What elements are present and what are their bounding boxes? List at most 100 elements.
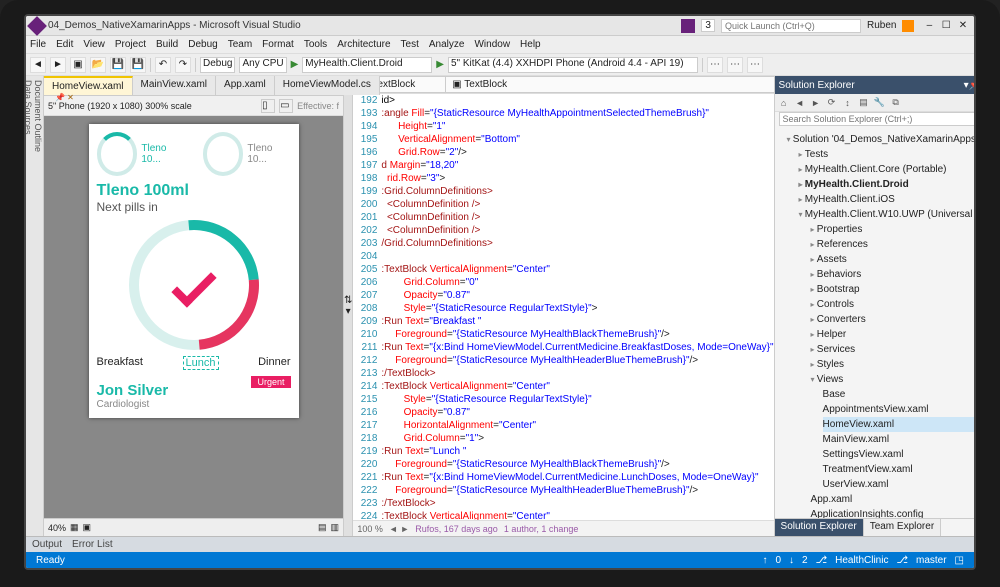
repo-icon[interactable]: ⎇: [816, 555, 828, 566]
sol-search-input[interactable]: [779, 112, 976, 126]
data-sources-tab[interactable]: Data Sources: [24, 80, 33, 530]
zoom-label[interactable]: 40%: [48, 523, 66, 533]
menu-window[interactable]: Window: [474, 39, 510, 50]
folder-node[interactable]: Helper: [811, 327, 976, 342]
folder-node[interactable]: Styles: [811, 357, 976, 372]
tab-sol-explorer[interactable]: Solution Explorer: [775, 519, 864, 536]
play-icon-2[interactable]: ▶: [436, 59, 444, 70]
save-all-button[interactable]: 💾: [130, 57, 146, 73]
folder-node[interactable]: Assets: [811, 252, 976, 267]
branch-icon[interactable]: ⎇: [896, 555, 908, 566]
document-outline-tab[interactable]: Document Outline: [33, 80, 43, 530]
menu-debug[interactable]: Debug: [188, 39, 217, 50]
doc-tab[interactable]: HomeViewModel.cs: [275, 76, 380, 95]
startup-combo[interactable]: MyHealth.Client.Droid: [302, 57, 432, 73]
redo-button[interactable]: ↷: [175, 57, 191, 73]
maximize-button[interactable]: ☐: [939, 20, 953, 31]
folder-node[interactable]: Properties: [811, 222, 976, 237]
file-node[interactable]: UserView.xaml: [823, 477, 976, 492]
menu-format[interactable]: Format: [262, 39, 294, 50]
tab-output[interactable]: Output: [32, 539, 62, 550]
code-editor[interactable]: 1921931941951961971981992002012022032042…: [353, 94, 773, 520]
target-combo[interactable]: 5" KitKat (4.4) XXHDPI Phone (Android 4.…: [448, 57, 698, 73]
tab-error-list[interactable]: Error List: [72, 539, 113, 550]
collapse-icon[interactable]: ↕: [841, 96, 855, 110]
quick-launch-input[interactable]: [721, 19, 861, 33]
tool-btn[interactable]: ⋯: [707, 57, 723, 73]
push-icon[interactable]: ↑: [762, 555, 767, 566]
xaml-canvas[interactable]: Tleno 10... Tleno 10... Tleno 100ml Next…: [44, 116, 343, 518]
platform-combo[interactable]: Any CPU: [239, 57, 286, 73]
folder-node[interactable]: Converters: [811, 312, 976, 327]
split-v-icon[interactable]: ▥: [330, 522, 339, 533]
project-node[interactable]: MyHealth.Client.Droid: [799, 177, 976, 192]
nav-back-button[interactable]: ◄: [30, 57, 46, 73]
project-node[interactable]: MyHealth.Client.iOS: [799, 192, 976, 207]
notif-flag-icon[interactable]: [681, 19, 695, 33]
file-node[interactable]: TreatmentView.xaml: [823, 462, 976, 477]
folder-node[interactable]: Services: [811, 342, 976, 357]
open-button[interactable]: 📂: [90, 57, 106, 73]
orient-btn[interactable]: ▭: [279, 99, 293, 113]
file-node[interactable]: AppointmentsView.xaml: [823, 402, 976, 417]
minimize-button[interactable]: –: [922, 20, 936, 31]
menu-team[interactable]: Team: [228, 39, 252, 50]
ratio-label[interactable]: 100 %: [357, 524, 383, 534]
pull-icon[interactable]: ↓: [789, 555, 794, 566]
device-combo[interactable]: 5" Phone (1920 x 1080) 300% scale: [48, 101, 257, 111]
pane-pin-icon[interactable]: 📌: [969, 80, 976, 91]
notif-count[interactable]: 3: [701, 19, 715, 32]
menu-test[interactable]: Test: [401, 39, 419, 50]
user-avatar-icon[interactable]: [902, 20, 914, 32]
tool-btn[interactable]: ⋯: [727, 57, 743, 73]
menu-architecture[interactable]: Architecture: [337, 39, 390, 50]
menu-edit[interactable]: Edit: [56, 39, 73, 50]
doc-tab[interactable]: App.xaml: [216, 76, 275, 95]
preview-icon[interactable]: ⧉: [889, 96, 903, 110]
status-corner-icon[interactable]: ◳: [955, 555, 964, 566]
back-icon[interactable]: ◄: [793, 96, 807, 110]
split-h-icon[interactable]: ▤: [318, 522, 327, 533]
orient-btn[interactable]: ▯: [261, 99, 275, 113]
folder-node[interactable]: Bootstrap: [811, 282, 976, 297]
project-node[interactable]: Tests: [799, 147, 976, 162]
showall-icon[interactable]: ▤: [857, 96, 871, 110]
menu-view[interactable]: View: [83, 39, 105, 50]
solution-tree[interactable]: Solution '04_Demos_NativeXamarinApps' (6…: [775, 130, 976, 518]
project-node[interactable]: MyHealth.Client.Core (Portable): [799, 162, 976, 177]
solution-node[interactable]: Solution '04_Demos_NativeXamarinApps' (6…: [787, 132, 976, 518]
menu-analyze[interactable]: Analyze: [429, 39, 465, 50]
folder-node[interactable]: References: [811, 237, 976, 252]
user-label[interactable]: Ruben: [867, 20, 896, 31]
grid-icon[interactable]: ▦: [70, 522, 79, 533]
menu-project[interactable]: Project: [115, 39, 146, 50]
file-node[interactable]: ApplicationInsights.config: [811, 507, 976, 518]
file-node[interactable]: SettingsView.xaml: [823, 447, 976, 462]
tool-btn[interactable]: ⋯: [747, 57, 763, 73]
tab-team-explorer[interactable]: Team Explorer: [864, 519, 941, 536]
file-node[interactable]: App.xaml: [811, 492, 976, 507]
new-button[interactable]: ▣: [70, 57, 86, 73]
fwd-icon[interactable]: ►: [809, 96, 823, 110]
doc-tab[interactable]: MainView.xaml: [133, 76, 217, 95]
codelens-author[interactable]: Rufos, 167 days ago: [415, 524, 498, 534]
save-button[interactable]: 💾: [110, 57, 126, 73]
config-combo[interactable]: Debug: [200, 57, 235, 73]
project-node[interactable]: MyHealth.Client.W10.UWP (Universal Windo…: [799, 207, 976, 518]
menu-tools[interactable]: Tools: [304, 39, 327, 50]
folder-node[interactable]: Behaviors: [811, 267, 976, 282]
expand-icon[interactable]: ▾: [346, 306, 351, 317]
pane-splitter[interactable]: ⇅ ▾: [344, 76, 353, 536]
nav-fwd-button[interactable]: ►: [50, 57, 66, 73]
codelens-changes[interactable]: 1 author, 1 change: [504, 524, 579, 534]
home-icon[interactable]: ⌂: [777, 96, 791, 110]
menu-help[interactable]: Help: [520, 39, 541, 50]
meal-lunch[interactable]: Lunch: [183, 356, 219, 370]
properties-icon[interactable]: 🔧: [873, 96, 887, 110]
file-node[interactable]: HomeView.xaml: [823, 417, 976, 432]
swap-panes-icon[interactable]: ⇅: [344, 295, 352, 306]
refresh-icon[interactable]: ⟳: [825, 96, 839, 110]
branch-name[interactable]: master: [916, 555, 947, 566]
menu-file[interactable]: File: [30, 39, 46, 50]
play-icon[interactable]: ▶: [291, 59, 299, 70]
